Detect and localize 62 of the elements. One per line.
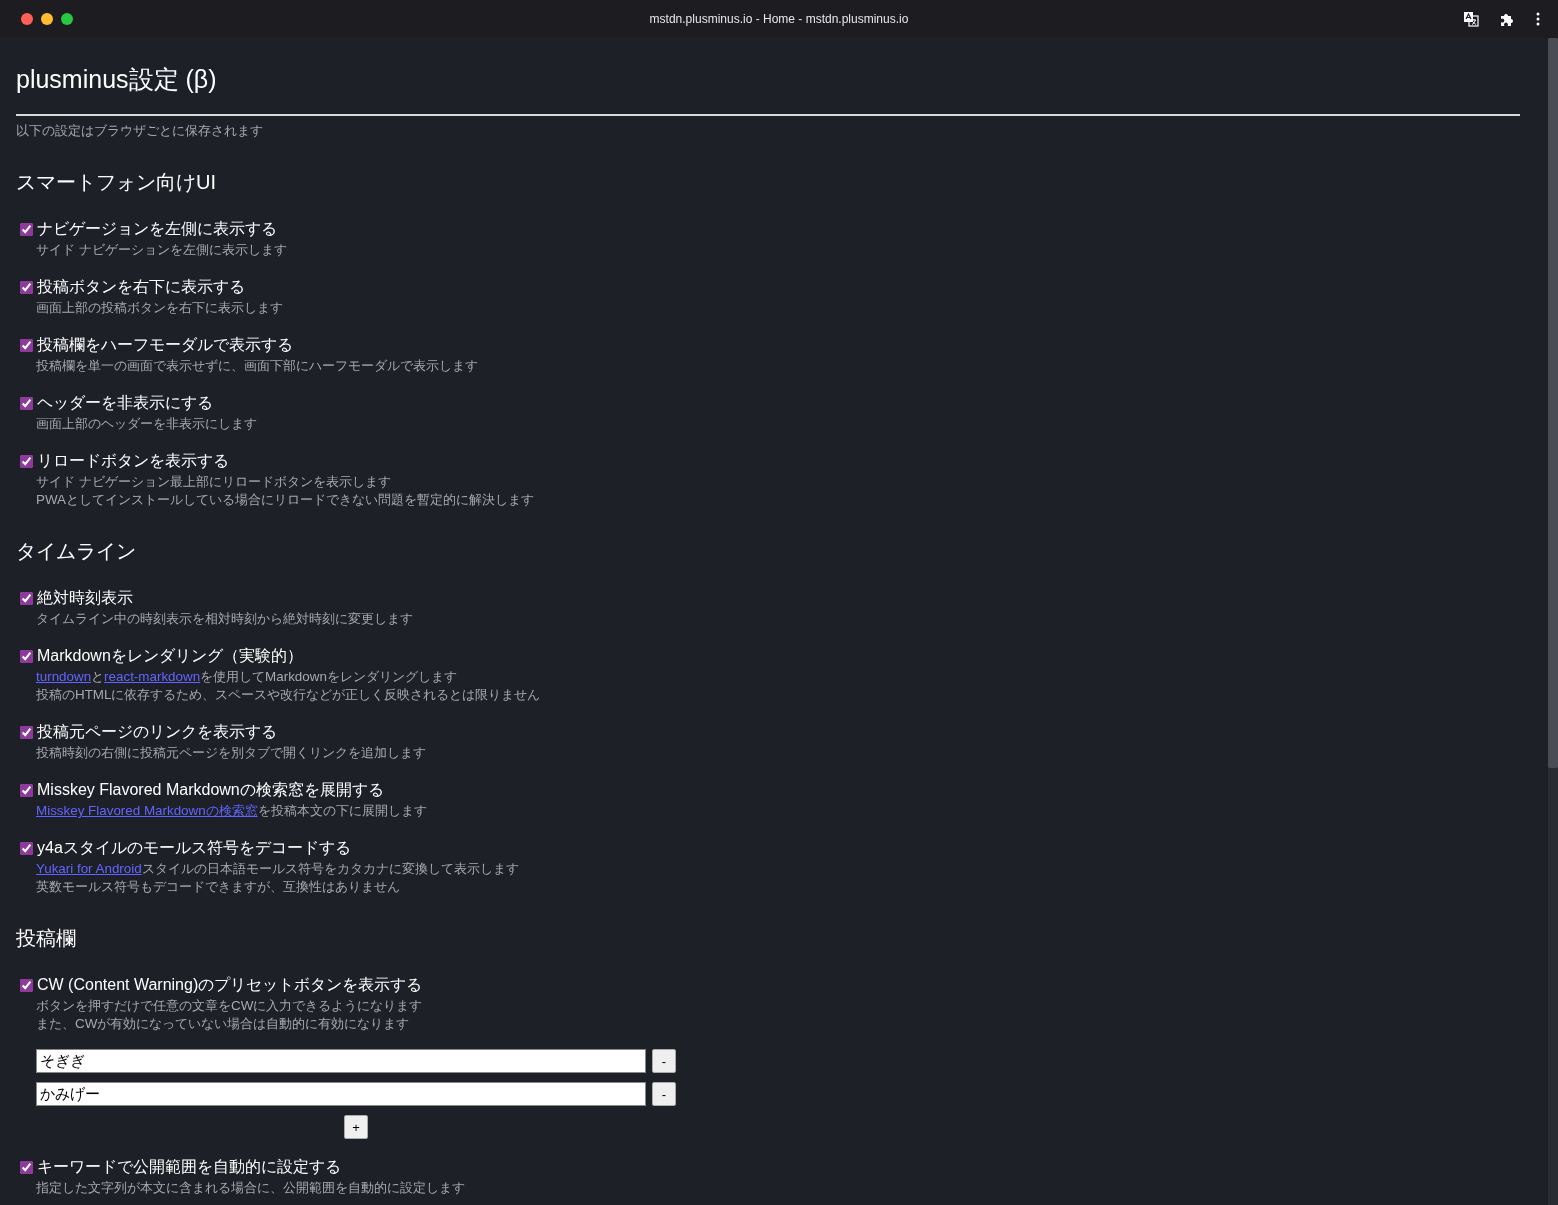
setting-label: Markdownをレンダリング（実験的） — [37, 646, 303, 666]
setting-label: ヘッダーを非表示にする — [37, 393, 213, 413]
link[interactable]: Yukari for Android — [36, 861, 142, 876]
minimize-icon[interactable] — [41, 13, 53, 25]
setting-label: Misskey Flavored Markdownの検索窓を展開する — [37, 780, 384, 800]
checkbox[interactable] — [20, 1160, 33, 1174]
window-title: mstdn.plusminus.io - Home - mstdn.plusminus.io — [648, 12, 910, 26]
setting-label: 投稿ボタンを右下に表示する — [37, 277, 245, 297]
page-title: plusminus設定 (β) — [16, 64, 218, 95]
checkbox[interactable] — [20, 841, 33, 855]
setting-label: リロードボタンを表示する — [37, 451, 229, 471]
section-heading: タイムライン — [16, 539, 137, 564]
setting-description: また、CWが有効になっていない場合は自動的に有効になります — [36, 1015, 411, 1033]
setting-description: ボタンを押すだけで任意の文章をCWに入力できるようになります — [36, 997, 424, 1015]
link[interactable]: turndown — [36, 669, 92, 684]
setting-description: 投稿のHTMLに依存するため、スペースや改行などが正しく反映されるとは限りません — [36, 686, 542, 704]
setting-description: サイド ナビゲーションを左側に表示します — [36, 241, 288, 259]
setting-label: 絶対時刻表示 — [37, 588, 133, 608]
setting-label: ナビゲージョンを左側に表示する — [37, 219, 277, 239]
add-button[interactable]: + — [344, 1115, 368, 1139]
maximize-icon[interactable] — [61, 13, 73, 25]
checkbox[interactable] — [20, 978, 33, 992]
setting-label: CW (Content Warning)のプリセットボタンを表示する — [37, 975, 423, 995]
input-field[interactable]: そぎぎ — [36, 1049, 646, 1073]
link[interactable]: Misskey Flavored Markdownの検索窓 — [36, 803, 258, 818]
checkbox[interactable] — [20, 222, 33, 236]
translate-icon[interactable] — [1463, 11, 1479, 27]
setting-label: y4aスタイルのモールス符号をデコードする — [37, 838, 351, 858]
setting-description: PWAとしてインストールしている場合にリロードできない問題を暫定的に解決します — [36, 491, 535, 509]
setting-description: 指定した文字列が本文に含まれる場合に、公開範囲を自動的に設定します — [36, 1179, 466, 1197]
setting-description: Misskey Flavored Markdownの検索窓を投稿本文の下に展開します — [36, 802, 428, 820]
setting-description: 画面上部の投稿ボタンを右下に表示します — [36, 299, 284, 317]
link[interactable]: react-markdown — [104, 669, 201, 684]
more-options-icon[interactable] — [1535, 11, 1541, 27]
setting-label: キーワードで公開範囲を自動的に設定する — [37, 1157, 341, 1177]
puzzle-piece-icon[interactable] — [1499, 11, 1515, 27]
setting-description: Yukari for Androidスタイルの日本語モールス符号をカタカナに変換して表示します — [36, 860, 520, 878]
setting-label: 投稿元ページのリンクを表示する — [37, 722, 277, 742]
setting-description: サイド ナビゲーション最上部にリロードボタンを表示します — [36, 473, 392, 491]
checkbox[interactable] — [20, 783, 33, 797]
close-icon[interactable] — [21, 13, 33, 25]
section-heading: 投稿欄 — [16, 926, 77, 951]
checkbox[interactable] — [20, 280, 33, 294]
remove-button[interactable]: - — [652, 1082, 676, 1106]
setting-description: 投稿欄を単一の画面で表示せずに、画面下部にハーフモーダルで表示します — [36, 357, 479, 375]
section-heading: スマートフォン向けUI — [16, 170, 217, 195]
setting-description: 投稿時刻の右側に投稿元ページを別タブで開くリンクを追加します — [36, 744, 427, 762]
checkbox[interactable] — [20, 725, 33, 739]
setting-description: 英数モールス符号もデコードできますが、互換性はありません — [36, 878, 401, 896]
page-note: 以下の設定はブラウザごとに保存されます — [16, 122, 264, 140]
remove-button[interactable]: - — [652, 1049, 676, 1073]
checkbox[interactable] — [20, 396, 33, 410]
checkbox[interactable] — [20, 591, 33, 605]
setting-description: 画面上部のヘッダーを非表示にします — [36, 415, 258, 433]
checkbox[interactable] — [20, 454, 33, 468]
setting-description: タイムライン中の時刻表示を相対時刻から絶対時刻に変更します — [36, 610, 414, 628]
setting-description: turndownと react-markdownを使用してMarkdownをレンダリングします — [36, 668, 458, 686]
scrollbar[interactable] — [1548, 38, 1558, 1205]
checkbox[interactable] — [20, 649, 33, 663]
setting-label: 投稿欄をハーフモーダルで表示する — [37, 335, 293, 355]
checkbox[interactable] — [20, 338, 33, 352]
input-field[interactable]: かみげー — [36, 1082, 646, 1106]
